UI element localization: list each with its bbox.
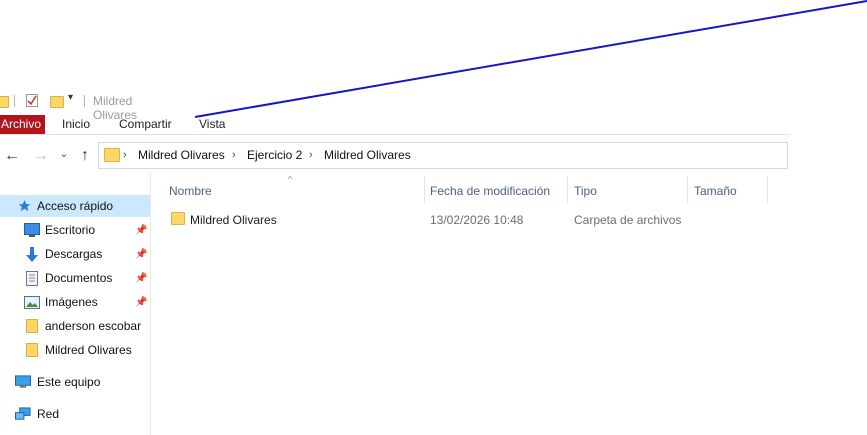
pin-icon[interactable]: 📌 bbox=[135, 297, 147, 308]
sidebar-item-label: Documentos bbox=[45, 271, 113, 285]
column-header-tipo[interactable]: Tipo bbox=[574, 184, 597, 198]
sidebar-item-este-equipo[interactable]: Este equipo bbox=[0, 371, 150, 393]
sidebar-item-acceso-rapido[interactable]: Acceso rápido bbox=[0, 195, 150, 217]
network-icon bbox=[15, 406, 31, 421]
breadcrumb-item[interactable]: Mildred Olivares bbox=[138, 148, 225, 162]
download-icon bbox=[24, 246, 40, 262]
up-button[interactable]: ↑ bbox=[76, 147, 94, 165]
star-icon bbox=[16, 199, 32, 213]
recent-locations-button[interactable]: ⌄ bbox=[56, 145, 72, 163]
folder-icon bbox=[171, 212, 185, 225]
breadcrumb-item[interactable]: Ejercicio 2 bbox=[247, 148, 302, 162]
sidebar-item-label: anderson escobar bbox=[45, 319, 142, 333]
divider bbox=[84, 95, 85, 107]
back-button[interactable]: ← bbox=[2, 147, 22, 165]
sidebar-item-documentos[interactable]: Documentos 📌 bbox=[0, 267, 150, 289]
computer-icon bbox=[15, 375, 31, 389]
column-header-nombre[interactable]: Nombre bbox=[169, 184, 212, 198]
sidebar-item-descargas[interactable]: Descargas 📌 bbox=[0, 243, 150, 265]
sidebar-item-label: Mildred Olivares bbox=[45, 343, 132, 357]
breadcrumb-separator[interactable]: › bbox=[123, 148, 127, 162]
forward-button[interactable]: → bbox=[31, 147, 51, 165]
customize-quick-access-icon[interactable]: ▾ bbox=[68, 92, 73, 103]
tab-vista[interactable]: Vista bbox=[199, 115, 225, 135]
breadcrumb-separator[interactable]: › bbox=[232, 148, 236, 162]
sort-ascending-icon: ^ bbox=[288, 174, 293, 184]
sidebar-item-red[interactable]: Red bbox=[0, 403, 150, 425]
sidebar-item-imagenes[interactable]: Imágenes 📌 bbox=[0, 291, 150, 313]
desktop-icon bbox=[24, 223, 40, 237]
column-divider[interactable] bbox=[567, 176, 568, 203]
sidebar-item-escritorio[interactable]: Escritorio 📌 bbox=[0, 219, 150, 241]
new-folder-icon[interactable] bbox=[50, 96, 64, 108]
sidebar-item-anderson-escobar[interactable]: anderson escobar bbox=[0, 315, 150, 337]
column-divider[interactable] bbox=[424, 176, 425, 203]
column-divider[interactable] bbox=[687, 176, 688, 203]
column-divider[interactable] bbox=[767, 176, 768, 203]
folder-icon bbox=[0, 96, 9, 108]
column-header-tamano[interactable]: Tamaño bbox=[694, 184, 737, 198]
sidebar-item-label: Escritorio bbox=[45, 223, 96, 237]
sidebar-item-mildred-olivares[interactable]: Mildred Olivares bbox=[0, 339, 150, 361]
folder-icon bbox=[24, 319, 40, 333]
pin-icon[interactable]: 📌 bbox=[135, 249, 147, 260]
divider bbox=[14, 95, 15, 107]
sidebar-item-label: Imágenes bbox=[45, 295, 98, 309]
tab-inicio[interactable]: Inicio bbox=[62, 115, 90, 135]
folder-icon bbox=[24, 343, 40, 357]
file-name[interactable]: Mildred Olivares bbox=[190, 213, 277, 227]
sidebar-divider bbox=[150, 172, 151, 435]
pin-icon[interactable]: 📌 bbox=[135, 273, 147, 284]
tab-archivo[interactable]: Archivo bbox=[0, 115, 45, 135]
document-icon bbox=[24, 270, 40, 286]
file-modified: 13/02/2026 10:48 bbox=[430, 213, 524, 227]
tab-compartir[interactable]: Compartir bbox=[119, 115, 172, 135]
pictures-icon bbox=[24, 295, 40, 309]
folder-icon bbox=[104, 148, 120, 162]
breadcrumb-separator[interactable]: › bbox=[309, 148, 313, 162]
file-type: Carpeta de archivos bbox=[574, 213, 682, 227]
breadcrumb-item[interactable]: Mildred Olivares bbox=[324, 148, 411, 162]
sidebar-item-label: Acceso rápido bbox=[37, 199, 114, 213]
pin-icon[interactable]: 📌 bbox=[135, 225, 147, 236]
properties-icon[interactable] bbox=[26, 94, 38, 107]
sidebar-item-label: Descargas bbox=[45, 247, 103, 261]
sidebar-item-label: Red bbox=[37, 407, 60, 421]
sidebar-item-label: Este equipo bbox=[37, 375, 101, 389]
column-header-fecha[interactable]: Fecha de modificación bbox=[430, 184, 550, 198]
ribbon-divider bbox=[0, 134, 790, 135]
